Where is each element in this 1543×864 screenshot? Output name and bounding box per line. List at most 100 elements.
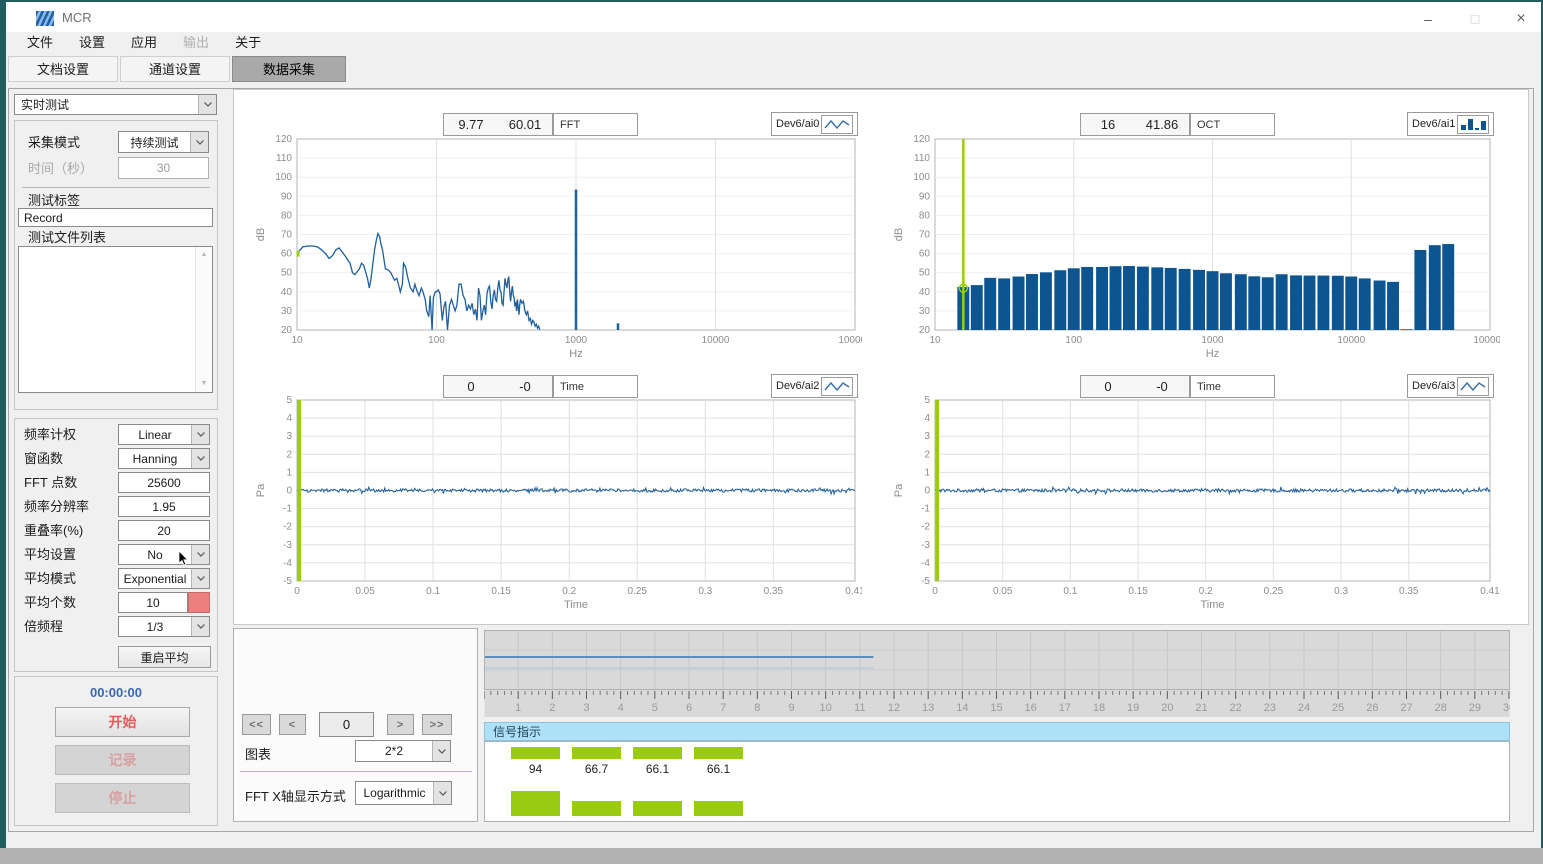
chevron-down-icon[interactable] [191,449,209,468]
svg-text:50: 50 [919,268,931,279]
chevron-down-icon[interactable] [433,782,451,804]
menu-file[interactable]: 文件 [14,32,66,54]
scroll-down-icon[interactable]: ▼ [196,376,212,392]
octave-select[interactable]: 1/3 [118,616,210,637]
freq-weighting-select[interactable]: Linear [118,424,210,445]
svg-text:0.25: 0.25 [628,586,648,597]
signal-channel: 66.7 [572,742,621,823]
avg-mode-label: 平均模式 [24,568,76,589]
overlap-input[interactable]: 20 [118,520,210,541]
svg-text:9: 9 [788,702,794,714]
svg-text:Pa: Pa [255,483,267,497]
minimize-button[interactable]: – [1413,4,1443,34]
fft-plot[interactable]: 2030405060708090100110120101001000100001… [250,131,862,359]
svg-text:50: 50 [281,268,293,279]
window-func-select[interactable]: Hanning [118,448,210,469]
maximize-button[interactable]: □ [1460,4,1490,34]
menu-about[interactable]: 关于 [222,32,274,54]
avg-mode-select[interactable]: Exponential [118,568,210,589]
tab-channel-settings[interactable]: 通道设置 [120,56,230,82]
avg-count-input[interactable]: 10 [118,592,188,613]
chevron-down-icon[interactable] [191,569,209,588]
svg-text:0.1: 0.1 [426,586,440,597]
svg-text:dB: dB [255,228,267,241]
svg-text:29: 29 [1469,702,1481,714]
time3-plot[interactable]: -5-4-3-2-101234500.050.10.150.20.250.30.… [888,392,1500,614]
tab-document-settings[interactable]: 文档设置 [8,56,118,82]
svg-text:-2: -2 [921,522,930,533]
fft-points-label: FFT 点数 [24,472,77,493]
chevron-down-icon[interactable] [191,545,209,564]
chevron-down-icon[interactable] [191,617,209,636]
svg-text:5: 5 [652,702,658,714]
avg-count-label: 平均个数 [24,592,76,613]
avg-setting-select[interactable]: No [118,544,210,565]
acquisition-mode-label: 采集模式 [28,132,80,153]
chevron-down-icon[interactable] [198,95,216,114]
svg-text:27: 27 [1400,702,1412,714]
nav-first-button[interactable]: << [242,714,271,735]
test-label-input[interactable]: Record [18,208,213,227]
fft-xaxis-select[interactable]: Logarithmic [355,781,452,805]
svg-text:-4: -4 [921,558,930,569]
svg-text:0.25: 0.25 [1264,586,1284,597]
svg-text:110: 110 [914,153,930,164]
svg-text:2: 2 [549,702,555,714]
test-mode-select[interactable]: 实时测试 [14,94,217,115]
signal-meter-bar [633,801,682,816]
scroll-up-icon[interactable]: ▲ [196,247,212,263]
menu-bar: 文件 设置 应用 输出 关于 [6,32,1541,54]
window-func-value: Hanning [119,449,191,468]
svg-text:0.15: 0.15 [491,586,511,597]
test-file-list[interactable]: ▲ ▼ [18,246,213,393]
oct-plot[interactable]: 2030405060708090100110120101001000100001… [888,131,1500,359]
svg-text:28: 28 [1435,702,1447,714]
chevron-down-icon[interactable] [191,425,209,444]
close-button[interactable]: × [1506,4,1536,34]
nav-index-field[interactable]: 0 [319,712,374,737]
svg-text:0.2: 0.2 [1199,586,1213,597]
menu-application[interactable]: 应用 [118,32,170,54]
svg-text:100: 100 [428,335,445,346]
freq-resolution-input[interactable]: 1.95 [118,496,210,517]
acquisition-mode-select[interactable]: 持续测试 [118,131,209,153]
start-button[interactable]: 开始 [55,707,190,737]
octave-label: 倍频程 [24,616,63,637]
time2-plot[interactable]: -5-4-3-2-101234500.050.10.150.20.250.30.… [250,392,862,614]
chart-layout-select[interactable]: 2*2 [355,740,451,762]
nav-prev-button[interactable]: < [279,714,306,735]
fft-points-input[interactable]: 25600 [118,472,210,493]
svg-text:0.35: 0.35 [1399,586,1419,597]
chevron-down-icon[interactable] [190,132,208,152]
svg-text:18: 18 [1093,702,1105,714]
menu-settings[interactable]: 设置 [66,32,118,54]
svg-text:0.41: 0.41 [1480,586,1500,597]
chevron-down-icon[interactable] [432,741,450,761]
restart-average-button[interactable]: 重启平均 [118,646,211,668]
nav-last-button[interactable]: >> [422,714,452,735]
svg-text:2: 2 [924,449,930,460]
svg-text:-2: -2 [283,522,292,533]
svg-text:100: 100 [275,172,292,183]
nav-next-button[interactable]: > [387,714,414,735]
freq-weighting-value: Linear [119,425,191,444]
avg-mode-value: Exponential [119,569,191,588]
svg-text:0.41: 0.41 [845,586,862,597]
svg-text:-1: -1 [283,504,292,515]
divider [240,771,472,772]
title-bar: MCR – □ × [6,2,1541,32]
svg-text:0: 0 [932,586,938,597]
elapsed-timer: 00:00:00 [14,685,218,700]
fft-xaxis-value: Logarithmic [356,782,433,804]
signal-channel: 94 [511,742,560,823]
svg-text:0.2: 0.2 [562,586,576,597]
tab-data-acquisition[interactable]: 数据采集 [232,56,346,82]
svg-text:0.05: 0.05 [993,586,1013,597]
svg-text:-1: -1 [921,504,930,515]
svg-text:2: 2 [286,449,292,460]
svg-text:90: 90 [919,191,931,202]
list-scrollbar[interactable]: ▲ ▼ [195,247,212,392]
svg-text:-5: -5 [921,576,930,587]
signal-indicator-header: 信号指示 [484,722,1510,741]
svg-text:30: 30 [281,306,293,317]
